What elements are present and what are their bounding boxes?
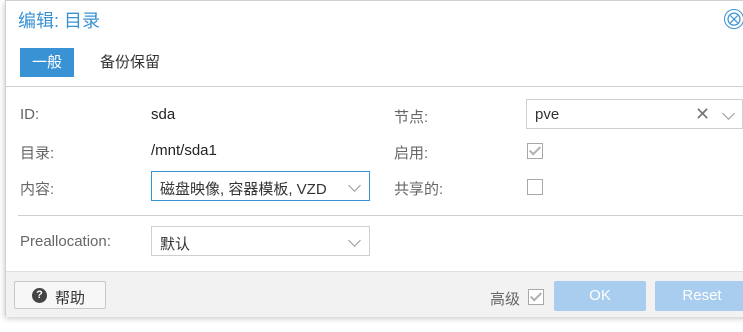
reset-button[interactable]: Reset (655, 281, 743, 311)
tab-backup-retention[interactable]: 备份保留 (88, 48, 172, 77)
chevron-down-icon[interactable] (348, 234, 361, 247)
check-icon (528, 143, 542, 156)
dialog-title: 编辑: 目录 (18, 11, 101, 31)
enable-checkbox[interactable] (527, 143, 543, 159)
clear-icon[interactable]: ✕ (695, 104, 710, 125)
divider (18, 215, 743, 216)
edit-dialog: 编辑: 目录 ⨂ 一般 备份保留 ID: sda 目录: /mnt/sda1 内… (5, 0, 743, 317)
advanced-label: 高级 (490, 291, 521, 308)
tab-bar: 一般 备份保留 (6, 37, 743, 87)
directory-value: /mnt/sda1 (151, 142, 217, 159)
content-select-value: 磁盘映像, 容器模板, VZD (160, 181, 327, 198)
chevron-down-icon[interactable] (348, 179, 361, 192)
preallocation-select[interactable]: 默认 (151, 226, 370, 256)
check-icon (529, 289, 543, 302)
node-label: 节点: (394, 109, 429, 126)
preallocation-select-value: 默认 (160, 236, 191, 253)
help-button[interactable]: ? 帮助 (14, 281, 106, 309)
question-icon: ? (32, 288, 47, 303)
chevron-down-icon[interactable] (722, 107, 735, 120)
directory-label: 目录: (20, 145, 55, 162)
shared-label: 共享的: (394, 181, 444, 198)
content-label: 内容: (20, 181, 55, 198)
dialog-footer: ? 帮助 高级 OK Reset (6, 271, 743, 317)
preallocation-label: Preallocation: (20, 233, 111, 250)
form-body: ID: sda 目录: /mnt/sda1 内容: 磁盘映像, 容器模板, VZ… (6, 88, 743, 271)
help-button-label: 帮助 (55, 290, 86, 307)
tab-general[interactable]: 一般 (20, 48, 75, 77)
node-select[interactable]: pve ✕ (526, 99, 743, 129)
id-label: ID: (20, 106, 40, 123)
node-select-value: pve (535, 106, 560, 123)
shared-checkbox[interactable] (527, 179, 543, 195)
id-value: sda (151, 106, 176, 123)
content-select[interactable]: 磁盘映像, 容器模板, VZD (151, 171, 370, 201)
enable-label: 启用: (394, 145, 429, 162)
advanced-checkbox[interactable] (528, 289, 544, 305)
ok-button[interactable]: OK (554, 281, 646, 311)
dialog-header: 编辑: 目录 ⨂ (6, 1, 743, 37)
close-icon[interactable]: ⨂ (724, 9, 743, 29)
